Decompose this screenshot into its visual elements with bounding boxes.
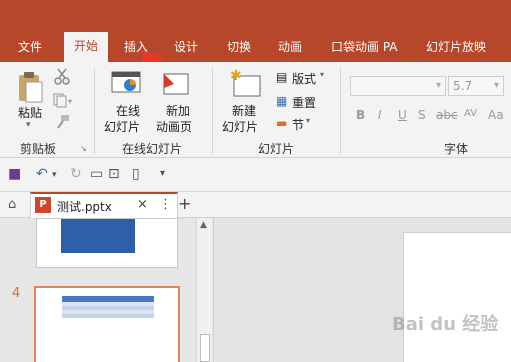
reset-button[interactable]: 重置 (292, 94, 316, 111)
format-painter-icon[interactable] (54, 114, 72, 130)
screenshot-icon[interactable]: ▭ (90, 166, 103, 182)
new-animation-page-label-line1[interactable]: 新加 (166, 102, 190, 119)
dialog-launcher-icon[interactable]: ↘ (80, 144, 87, 153)
quick-access-toolbar: ■ ↶ ▾ ↻ ▭ ⊡ ▯ ▾ (0, 158, 511, 192)
change-case-button[interactable]: Aa (488, 108, 504, 122)
reset-icon[interactable]: ▦ (276, 94, 287, 108)
presentation-icon[interactable]: ⊡ (108, 166, 120, 182)
thumbnail-content-block (61, 219, 135, 253)
layout-button[interactable]: 版式 (292, 70, 316, 87)
paste-icon[interactable] (16, 70, 44, 104)
new-slide-label-line1[interactable]: 新建 (232, 102, 256, 119)
group-label-slides: 幻灯片 (258, 142, 295, 156)
undo-icon[interactable]: ↶ (36, 166, 48, 182)
bold-button[interactable]: B (356, 108, 365, 122)
font-name-combo[interactable]: ▾ (350, 76, 446, 96)
group-divider (212, 68, 213, 154)
new-document-icon[interactable]: ▯ (132, 166, 140, 182)
new-slide-icon[interactable]: ✱ (228, 68, 262, 100)
slide-thumbnail-selected[interactable] (34, 286, 180, 362)
strikethrough-button[interactable]: abc (436, 108, 458, 122)
redo-icon[interactable]: ↻ (70, 166, 82, 182)
tab-menu-icon[interactable]: ⋮ (159, 197, 172, 212)
svg-text:▾: ▾ (68, 97, 72, 106)
undo-dropdown-icon[interactable]: ▾ (52, 170, 57, 180)
layout-dropdown-icon[interactable]: ▾ (320, 70, 324, 79)
baidu-watermark: Bai du 经验 (392, 314, 499, 335)
new-tab-icon[interactable]: + (178, 194, 191, 213)
document-tab-strip: ⌂ P 测试.pptx × ⋮ + (0, 192, 511, 218)
thumbnail-table-body (62, 302, 154, 318)
font-size-combo[interactable]: 5.7 ▾ (448, 76, 504, 96)
document-tab-title: 测试.pptx (57, 200, 112, 214)
shadow-button[interactable]: S (418, 108, 426, 122)
customize-qat-icon[interactable]: ▾ (160, 168, 165, 179)
tab-transitions[interactable]: 切换 (227, 38, 251, 60)
ribbon-home: 粘贴 ▾ ▾ 剪贴板 ↘ 在线 幻灯片 新加 动画页 在线幻灯片 ✱ 新建 幻灯… (0, 62, 511, 158)
online-slide-icon[interactable] (110, 68, 142, 100)
online-slide-label-line1[interactable]: 在线 (116, 102, 140, 119)
group-label-online-slides: 在线幻灯片 (122, 142, 183, 156)
section-button[interactable]: 节 (292, 116, 304, 133)
copy-icon[interactable]: ▾ (52, 92, 74, 108)
group-label-font: 字体 (444, 142, 469, 156)
thumbnail-scrollbar[interactable]: ▲ (196, 218, 212, 362)
new-animation-page-icon[interactable] (160, 68, 192, 100)
tab-animations[interactable]: 动画 (278, 38, 302, 60)
scrollbar-thumb[interactable] (200, 334, 210, 362)
slide-number: 4 (12, 286, 21, 301)
slide-canvas[interactable] (403, 232, 511, 362)
group-label-clipboard: 剪贴板 (20, 142, 57, 156)
section-dropdown-icon[interactable]: ▾ (306, 116, 310, 125)
cut-icon[interactable] (54, 68, 70, 86)
tab-home[interactable]: 开始 (64, 32, 109, 62)
new-animation-page-label-line2[interactable]: 动画页 (156, 118, 192, 135)
underline-button[interactable]: U (398, 108, 407, 122)
slide-thumbnail-pane: 4 (0, 218, 214, 362)
new-slide-label-line2[interactable]: 幻灯片 (222, 118, 258, 135)
tab-slideshow[interactable]: 幻灯片放映 (426, 38, 486, 60)
document-tab[interactable]: P 测试.pptx × ⋮ (30, 192, 178, 218)
italic-button[interactable]: I (378, 108, 382, 122)
online-slide-label-line2[interactable]: 幻灯片 (104, 118, 140, 135)
powerpoint-window: 文件 开始 插入 设计 切换 动画 口袋动画 PA 幻灯片放映 粘贴 ▾ ▾ 剪… (0, 0, 511, 362)
tab-file[interactable]: 文件 (18, 38, 42, 60)
group-divider (340, 68, 341, 154)
char-spacing-button[interactable]: AV (464, 108, 477, 119)
tab-pocket-animation[interactable]: 口袋动画 PA (331, 38, 398, 60)
paste-button[interactable]: 粘贴 (18, 104, 42, 121)
font-size-value: 5.7 (453, 79, 473, 93)
svg-text:✱: ✱ (230, 68, 242, 84)
scroll-up-icon[interactable]: ▲ (200, 220, 207, 230)
slide-thumbnail[interactable] (36, 218, 178, 268)
paste-dropdown-icon[interactable]: ▾ (26, 120, 31, 130)
ribbon-tab-bar: 文件 开始 插入 设计 切换 动画 口袋动画 PA 幻灯片放映 (0, 0, 511, 94)
section-icon[interactable]: ▬ (276, 116, 287, 130)
close-tab-icon[interactable]: × (137, 197, 148, 212)
pptx-file-icon: P (35, 197, 51, 213)
home-page-icon[interactable]: ⌂ (8, 197, 16, 212)
group-divider (94, 68, 95, 154)
layout-icon[interactable]: ▤ (276, 70, 287, 84)
save-icon[interactable]: ■ (8, 166, 21, 182)
